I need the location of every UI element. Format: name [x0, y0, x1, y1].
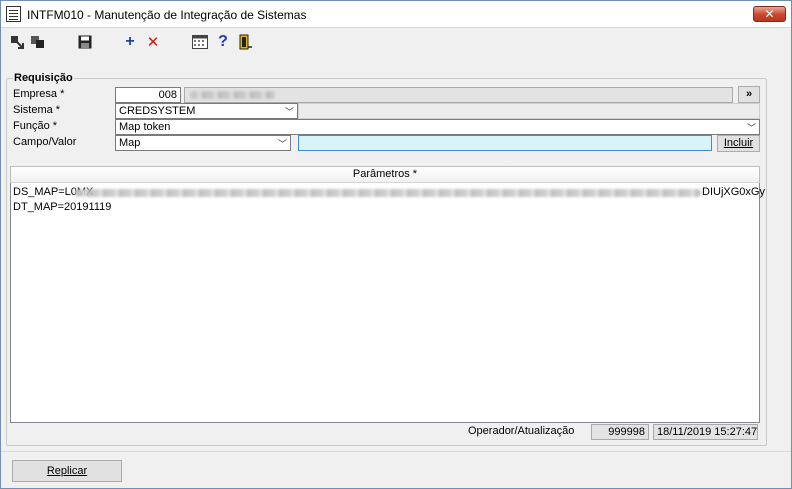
- redacted-text: [75, 189, 701, 197]
- valor-input[interactable]: [298, 135, 712, 151]
- exit-icon[interactable]: [237, 34, 255, 50]
- funcao-combo[interactable]: Map token ﹀: [115, 119, 760, 135]
- empresa-lookup-button[interactable]: »: [738, 86, 760, 103]
- empresa-name-field: [184, 87, 733, 103]
- document-icon: [6, 6, 21, 22]
- empresa-code-field[interactable]: 008: [115, 87, 181, 103]
- sistema-desc-field: [298, 103, 760, 119]
- campo-combo[interactable]: Map ﹀: [115, 135, 291, 151]
- campo-value: Map: [119, 137, 141, 149]
- select-icon[interactable]: [8, 34, 26, 50]
- operador-field: 999998: [591, 424, 649, 440]
- funcao-value: Map token: [119, 121, 171, 133]
- replicar-button[interactable]: Replicar: [12, 460, 122, 482]
- main-window: INTFM010 - Manutenção de Integração de S…: [0, 0, 792, 489]
- window-title: INTFM010 - Manutenção de Integração de S…: [27, 8, 307, 22]
- sistema-label: Sistema *: [13, 104, 61, 116]
- save-icon[interactable]: [76, 34, 94, 50]
- title-bar: INTFM010 - Manutenção de Integração de S…: [1, 1, 791, 28]
- requisicao-title: Requisição: [13, 72, 74, 84]
- chevron-down-icon[interactable]: ﹀: [747, 121, 756, 134]
- delete-icon[interactable]: ✕: [144, 34, 162, 51]
- operador-label: Operador/Atualização: [468, 425, 575, 437]
- add-icon[interactable]: +: [121, 33, 139, 50]
- ds-map-end: DIUjXG0xGy: [702, 186, 765, 198]
- timestamp-field: 18/11/2019 15:27:47: [653, 424, 758, 440]
- help-icon[interactable]: ?: [214, 33, 232, 50]
- close-button[interactable]: ✕: [753, 6, 786, 22]
- param-line-dt-map: DT_MAP=20191119: [13, 201, 112, 213]
- chevron-down-icon[interactable]: ﹀: [285, 105, 294, 118]
- chevron-down-icon[interactable]: ﹀: [278, 137, 287, 150]
- calendar-icon[interactable]: [191, 34, 209, 50]
- sistema-combo[interactable]: CREDSYSTEM ﹀: [115, 103, 298, 119]
- redacted-text: [190, 91, 275, 99]
- funcao-label: Função *: [13, 120, 58, 132]
- empresa-label: Empresa *: [13, 88, 65, 100]
- incluir-button[interactable]: Incluir: [717, 135, 760, 152]
- copy-icon[interactable]: [29, 34, 47, 50]
- parametros-header: Parâmetros *: [10, 166, 760, 183]
- parametros-textarea[interactable]: [10, 166, 760, 423]
- replicar-label: Replicar: [46, 465, 88, 477]
- footer-divider: [1, 451, 791, 452]
- sistema-value: CREDSYSTEM: [119, 105, 196, 117]
- campo-valor-label: Campo/Valor: [13, 136, 77, 148]
